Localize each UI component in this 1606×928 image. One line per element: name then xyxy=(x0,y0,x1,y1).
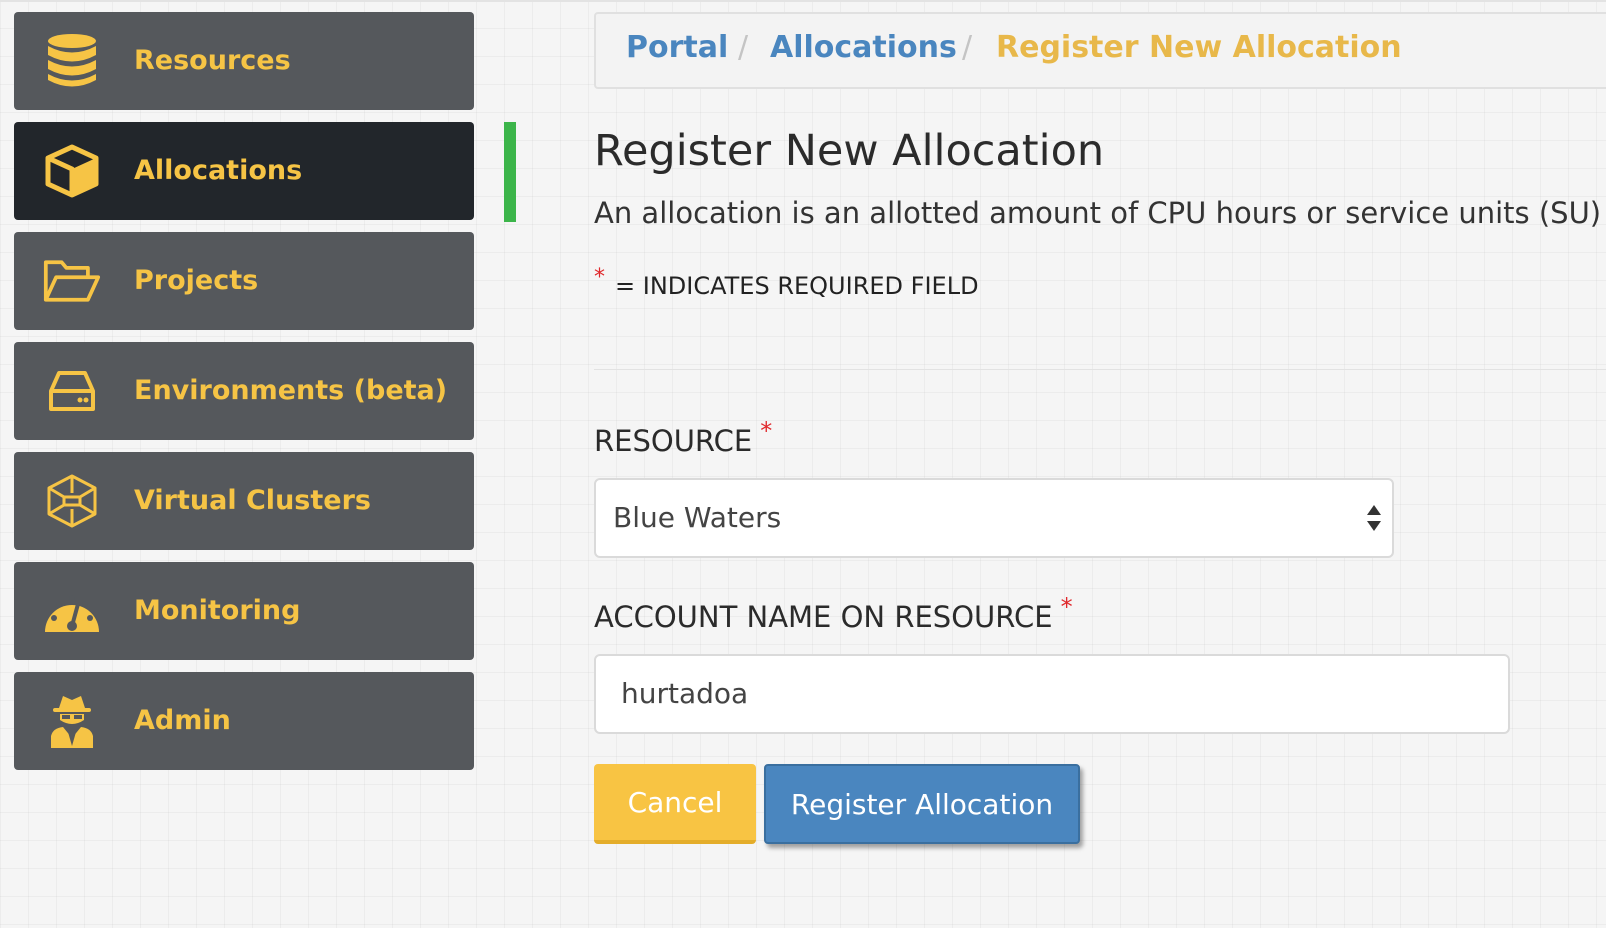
sidebar-item-label: Virtual Clusters xyxy=(134,485,371,516)
page-title: Register New Allocation xyxy=(594,126,1105,176)
sidebar-item-label: Environments (beta) xyxy=(134,375,448,406)
resource-field-label: RESOURCE * xyxy=(594,417,772,458)
sidebar-item-label: Monitoring xyxy=(134,595,301,626)
sidebar-item-label: Admin xyxy=(134,705,231,736)
account-name-input[interactable]: hurtadoa xyxy=(594,654,1510,734)
cluster-icon xyxy=(43,473,101,529)
required-field-note: * = INDICATES REQUIRED FIELD xyxy=(594,265,979,300)
breadcrumb-separator: / xyxy=(962,30,973,65)
sidebar-item-monitoring[interactable]: Monitoring xyxy=(14,562,474,660)
sidebar-item-label: Allocations xyxy=(134,155,303,186)
breadcrumb-allocations[interactable]: Allocations xyxy=(770,30,957,65)
database-icon xyxy=(43,33,101,89)
select-arrows-icon xyxy=(1364,502,1384,534)
section-divider xyxy=(594,369,1606,370)
breadcrumb-current: Register New Allocation xyxy=(996,30,1402,65)
breadcrumb-portal[interactable]: Portal xyxy=(626,30,728,65)
folder-open-icon xyxy=(43,253,101,309)
required-asterisk: * xyxy=(760,417,773,445)
cancel-button[interactable]: Cancel xyxy=(594,764,756,844)
account-label-text: ACCOUNT NAME ON RESOURCE xyxy=(594,600,1053,634)
sidebar-item-virtual-clusters[interactable]: Virtual Clusters xyxy=(14,452,474,550)
required-asterisk: * xyxy=(594,265,605,290)
cube-icon xyxy=(43,143,101,199)
register-allocation-button[interactable]: Register Allocation xyxy=(764,764,1080,844)
active-indicator xyxy=(504,122,516,222)
top-border xyxy=(0,0,1606,2)
required-note-text: = INDICATES REQUIRED FIELD xyxy=(615,272,979,300)
sidebar-item-allocations[interactable]: Allocations xyxy=(14,122,474,220)
sidebar-item-admin[interactable]: Admin xyxy=(14,672,474,770)
sidebar-item-environments[interactable]: Environments (beta) xyxy=(14,342,474,440)
gauge-icon xyxy=(43,583,101,639)
sidebar-item-label: Projects xyxy=(134,265,259,296)
sidebar-item-projects[interactable]: Projects xyxy=(14,232,474,330)
account-name-value: hurtadoa xyxy=(621,677,749,710)
resource-select[interactable]: Blue Waters xyxy=(594,478,1394,558)
sidebar-item-label: Resources xyxy=(134,45,291,76)
account-field-label: ACCOUNT NAME ON RESOURCE * xyxy=(594,593,1073,634)
required-asterisk: * xyxy=(1060,593,1073,621)
sidebar-item-resources[interactable]: Resources xyxy=(14,12,474,110)
breadcrumb: Portal / Allocations / Register New Allo… xyxy=(594,12,1606,89)
hard-drive-icon xyxy=(43,363,101,419)
user-secret-icon xyxy=(43,693,101,749)
resource-label-text: RESOURCE xyxy=(594,424,753,458)
breadcrumb-separator: / xyxy=(738,30,749,65)
page-description: An allocation is an allotted amount of C… xyxy=(594,196,1602,230)
resource-select-value: Blue Waters xyxy=(613,501,782,534)
